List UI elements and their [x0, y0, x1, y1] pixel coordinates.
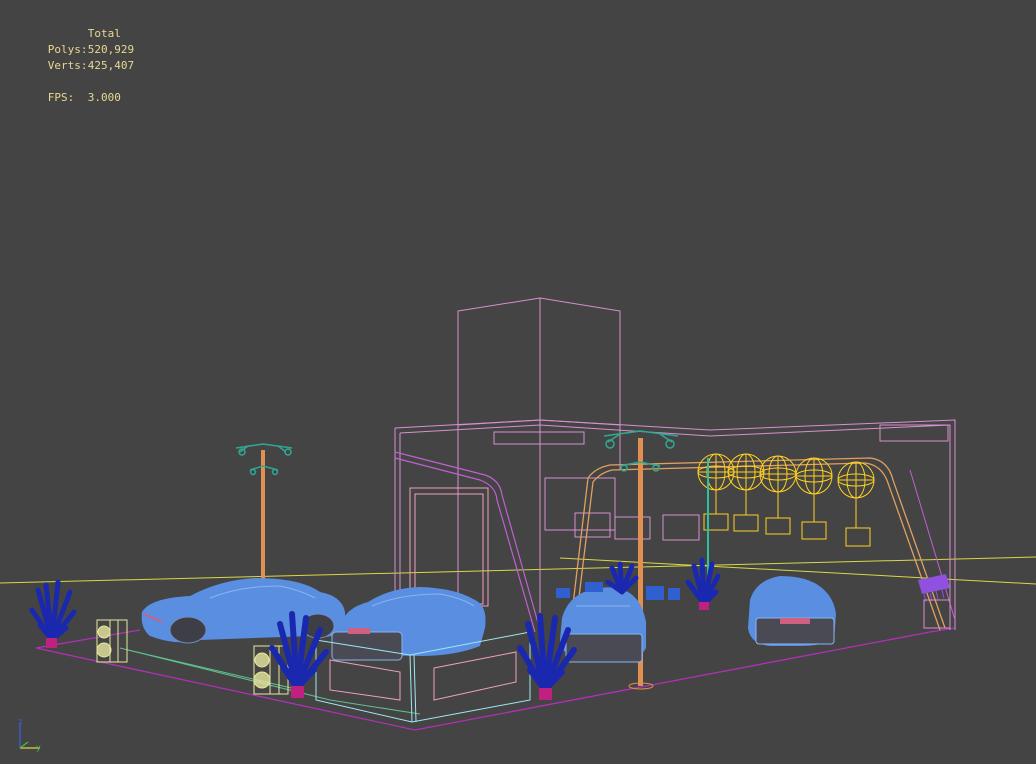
stats-header: Total: [87, 27, 121, 40]
fps-label: FPS:: [47, 91, 75, 104]
polys-label: Polys:: [47, 43, 88, 56]
lamp-pole-left: [235, 443, 293, 582]
polys-value: 520,929: [87, 43, 135, 56]
globe-lights: [697, 453, 875, 547]
verts-label: Verts:: [47, 59, 88, 72]
stats-header-row: Total: [8, 10, 134, 40]
car-left: [141, 578, 345, 644]
y-axis-icon: [19, 741, 29, 749]
speaker-left: [96, 619, 128, 663]
right-wall-edges: [909, 469, 956, 621]
sign-right: [918, 574, 951, 629]
car-center-left: [331, 587, 486, 661]
scene-wireframe-render[interactable]: [0, 0, 1036, 764]
plant-far-left: [29, 579, 77, 648]
fps-value: 3.000: [87, 91, 121, 104]
viewport-statistics: Total Polys:520,929 Verts:425,407 FPS: 3.…: [8, 10, 135, 104]
ground-grid: [0, 556, 1036, 585]
plant-back-center: [605, 561, 639, 595]
verts-value: 425,407: [87, 59, 135, 72]
z-axis-label: z: [18, 717, 23, 726]
plant-front-center: [517, 613, 577, 700]
tower-wireframe: [457, 297, 621, 630]
car-right: [748, 576, 836, 646]
plant-back-right: [685, 557, 721, 610]
y-axis-label: y: [36, 743, 41, 752]
3d-viewport[interactable]: Total Polys:520,929 Verts:425,407 FPS: 3.…: [0, 0, 1036, 764]
axis-gizmo: z y: [18, 717, 41, 752]
